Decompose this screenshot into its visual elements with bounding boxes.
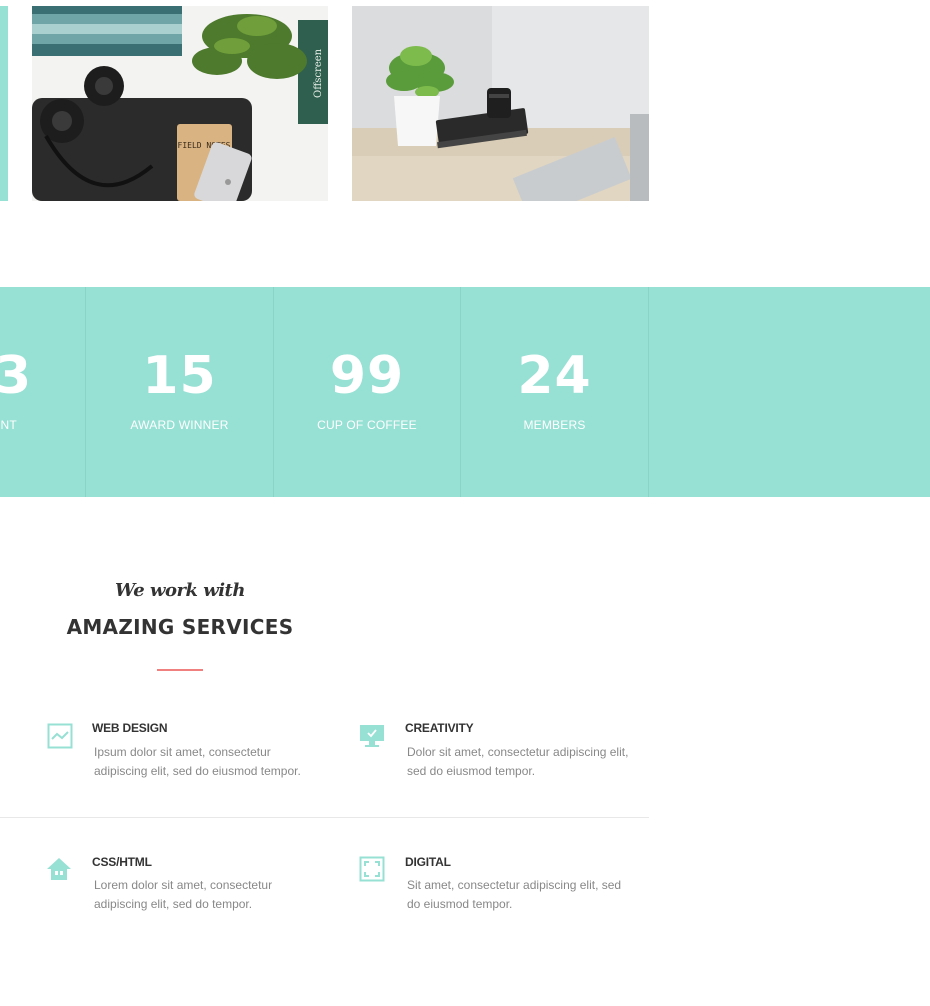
services-title-underline [157, 669, 203, 671]
monitor-icon [359, 723, 385, 749]
desk-headphones-image: Offscreen FIELD NOTES [32, 6, 328, 201]
counter-label: AWARD WINNER [130, 418, 229, 432]
book-spine-text: Offscreen [313, 48, 324, 98]
service-title-creativity: CREATIVITY [405, 721, 474, 735]
service-title-digital: DIGITAL [405, 855, 451, 869]
counter-value: 99 [329, 346, 405, 406]
counters-section: 23 CLIENT 15 AWARD WINNER 99 CUP OF COFF… [0, 287, 930, 497]
service-title-web-design: WEB DESIGN [92, 721, 168, 735]
expand-icon [359, 856, 385, 882]
service-desc-creativity: Dolor sit amet, consectetur adipiscing e… [407, 745, 629, 778]
service-desc-web-design: Ipsum dolor sit amet, consectetur adipis… [94, 745, 301, 778]
counter-label: CLIENT [0, 418, 17, 432]
counter-award-winner: 15 AWARD WINNER [86, 287, 273, 497]
gallery-image-2[interactable] [352, 6, 649, 201]
services-script-heading: We work with [115, 580, 245, 601]
gallery-image-partial[interactable] [0, 6, 8, 201]
chart-icon [47, 723, 73, 749]
service-desc-digital: Sit amet, consectetur adipiscing elit, s… [407, 878, 622, 911]
service-desc-css-html: Lorem dolor sit amet, consectetur adipis… [94, 878, 273, 911]
counter-divider [648, 287, 649, 497]
counter-value: 15 [142, 346, 217, 406]
counter-value: 24 [517, 346, 592, 406]
counter-cup-of-coffee: 99 CUP OF COFFEE [274, 287, 460, 497]
desk-plant-camera-image [352, 6, 649, 201]
counter-label: CUP OF COFFEE [317, 418, 417, 432]
gallery-image-1[interactable]: Offscreen FIELD NOTES [32, 6, 328, 201]
counter-members: 24 MEMBERS [461, 287, 648, 497]
services-divider [0, 817, 649, 818]
home-icon [46, 856, 72, 882]
service-title-css-html: CSS/HTML [92, 855, 152, 869]
services-title: AMAZING SERVICES [66, 615, 294, 639]
counter-value: 23 [0, 346, 33, 406]
counter-label: MEMBERS [523, 418, 586, 432]
counter-client: 23 CLIENT [0, 287, 85, 497]
